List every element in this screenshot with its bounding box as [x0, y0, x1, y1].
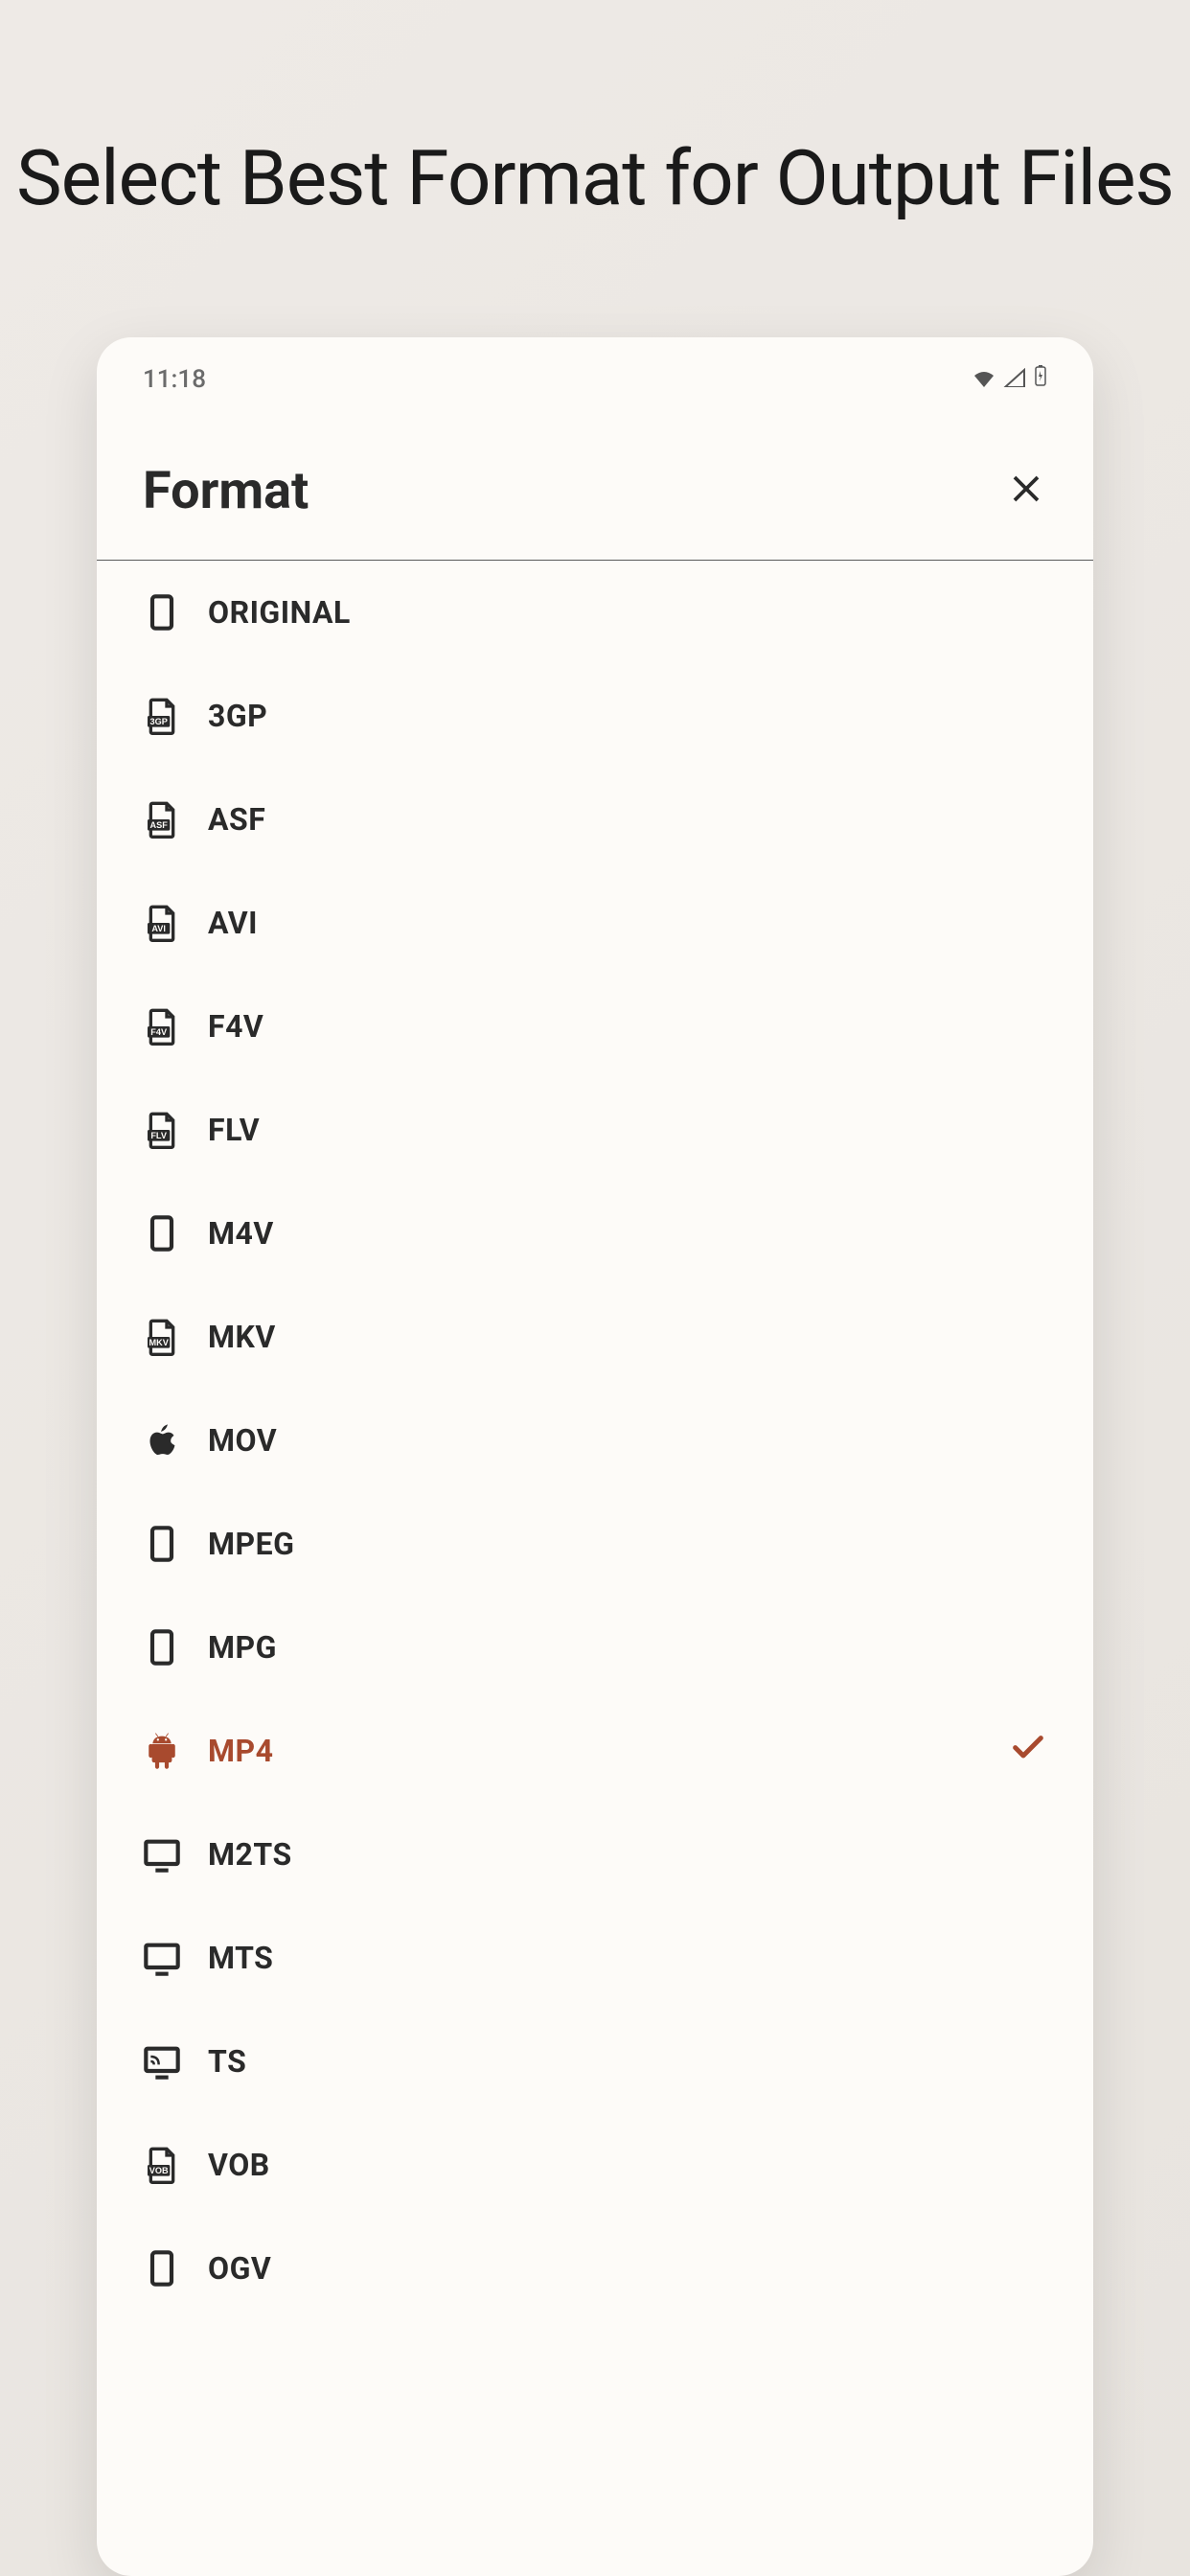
wifi-icon: [973, 365, 995, 394]
status-bar: 11:18: [97, 337, 1093, 413]
status-icons: [973, 364, 1047, 394]
svg-text:MKV: MKV: [149, 1338, 169, 1347]
file-3gp-icon: 3GP: [143, 697, 181, 735]
svg-text:AVI: AVI: [151, 924, 166, 933]
format-label: 3GP: [208, 698, 1047, 734]
file-asf-icon: ASF: [143, 800, 181, 839]
file-f4v-icon: F4V: [143, 1007, 181, 1046]
format-item-m2ts[interactable]: M2TS: [143, 1803, 1047, 1906]
format-label: MOV: [208, 1422, 1047, 1459]
format-label: M4V: [208, 1215, 1047, 1252]
apple-icon: [143, 1421, 181, 1460]
format-label: OGV: [208, 2250, 1047, 2287]
file-flv-icon: FLV: [143, 1111, 181, 1149]
format-label: MPEG: [208, 1526, 1047, 1562]
file-mkv-icon: MKV: [143, 1318, 181, 1356]
svg-text:ASF: ASF: [150, 820, 169, 830]
format-item-f4v[interactable]: F4V F4V: [143, 975, 1047, 1078]
format-item-mkv[interactable]: MKV MKV: [143, 1285, 1047, 1389]
format-item-mov[interactable]: MOV: [143, 1389, 1047, 1492]
screen-header: Format: [97, 413, 1093, 561]
format-item-asf[interactable]: ASF ASF: [143, 768, 1047, 871]
file-vob-icon: VOB: [143, 2146, 181, 2184]
file-avi-icon: AVI: [143, 904, 181, 942]
status-time: 11:18: [143, 365, 206, 394]
format-label: AVI: [208, 905, 1047, 941]
phone-icon: [143, 593, 181, 632]
battery-icon: [1034, 364, 1047, 394]
format-label: F4V: [208, 1008, 1047, 1045]
format-item-ts[interactable]: TS: [143, 2010, 1047, 2113]
phone-icon: [143, 1214, 181, 1253]
format-item-m4v[interactable]: M4V: [143, 1182, 1047, 1285]
format-label: M2TS: [208, 1836, 1047, 1873]
phone-icon: [143, 2249, 181, 2288]
format-label: MKV: [208, 1319, 1047, 1355]
format-item-mpg[interactable]: MPG: [143, 1596, 1047, 1699]
format-item-original[interactable]: ORIGINAL: [143, 561, 1047, 664]
format-label: MPG: [208, 1629, 1047, 1666]
format-label: VOB: [208, 2147, 1047, 2183]
format-item-mts[interactable]: MTS: [143, 1906, 1047, 2010]
format-item-ogv[interactable]: OGV: [143, 2217, 1047, 2320]
format-label: MTS: [208, 1940, 1047, 1976]
cast-icon: [143, 2042, 181, 2081]
format-list: ORIGINAL 3GP 3GP ASF ASF AVI AVI F4V F4V FLV FLV M4…: [97, 561, 1093, 2320]
format-label: ORIGINAL: [208, 594, 1047, 631]
screen-title: Format: [143, 461, 309, 521]
phone-icon: [143, 1525, 181, 1563]
format-item-mpeg[interactable]: MPEG: [143, 1492, 1047, 1596]
phone-mockup: 11:18 Format ORIGINAL 3GP 3GP ASF ASF AVI AVI F…: [97, 337, 1093, 2576]
monitor-icon: [143, 1939, 181, 1977]
android-icon: [143, 1732, 181, 1770]
format-label: FLV: [208, 1112, 1047, 1148]
format-item-vob[interactable]: VOB VOB: [143, 2113, 1047, 2217]
page-title: Select Best Format for Output Files: [16, 134, 1174, 222]
close-icon: [1009, 467, 1043, 517]
format-label: ASF: [208, 801, 1047, 838]
monitor-icon: [143, 1835, 181, 1874]
format-item-3gp[interactable]: 3GP 3GP: [143, 664, 1047, 768]
svg-text:F4V: F4V: [150, 1027, 168, 1037]
format-item-avi[interactable]: AVI AVI: [143, 871, 1047, 975]
format-item-flv[interactable]: FLV FLV: [143, 1078, 1047, 1182]
format-item-mp4[interactable]: MP4: [143, 1699, 1047, 1803]
format-label: MP4: [208, 1733, 1009, 1769]
phone-icon: [143, 1628, 181, 1667]
check-icon: [1009, 1727, 1047, 1775]
signal-icon: [1003, 365, 1026, 394]
close-button[interactable]: [1005, 467, 1047, 517]
svg-text:3GP: 3GP: [150, 717, 168, 726]
format-label: TS: [208, 2043, 1047, 2080]
svg-text:FLV: FLV: [150, 1131, 168, 1140]
svg-text:VOB: VOB: [149, 2166, 169, 2175]
